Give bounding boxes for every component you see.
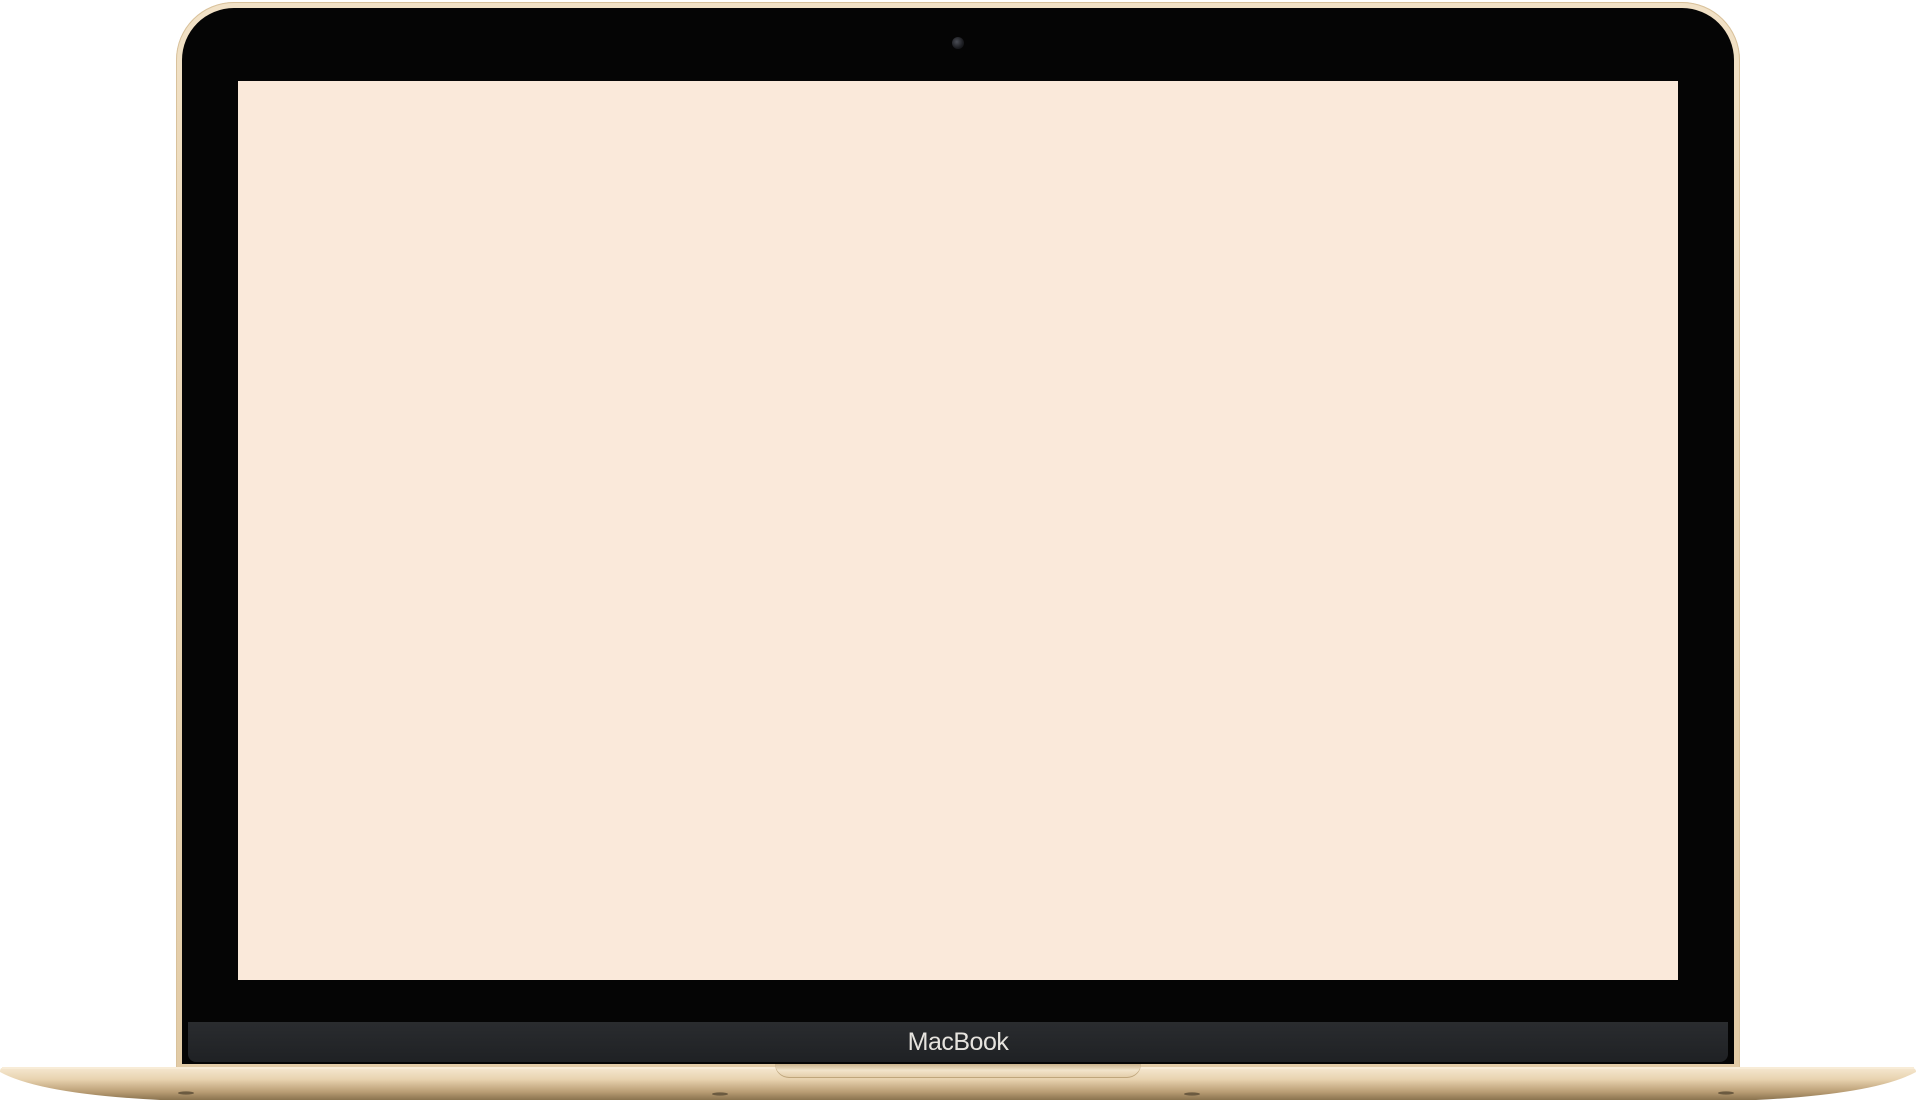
base-foot [178, 1091, 194, 1095]
base-foot [1184, 1092, 1200, 1096]
camera-icon [952, 37, 964, 49]
base-foot [1718, 1091, 1734, 1095]
base-foot [712, 1092, 728, 1096]
laptop-mockup: MacBook [0, 0, 1916, 1102]
brand-label: MacBook [907, 1028, 1009, 1056]
opening-notch [775, 1064, 1141, 1078]
screen-display [238, 81, 1678, 980]
